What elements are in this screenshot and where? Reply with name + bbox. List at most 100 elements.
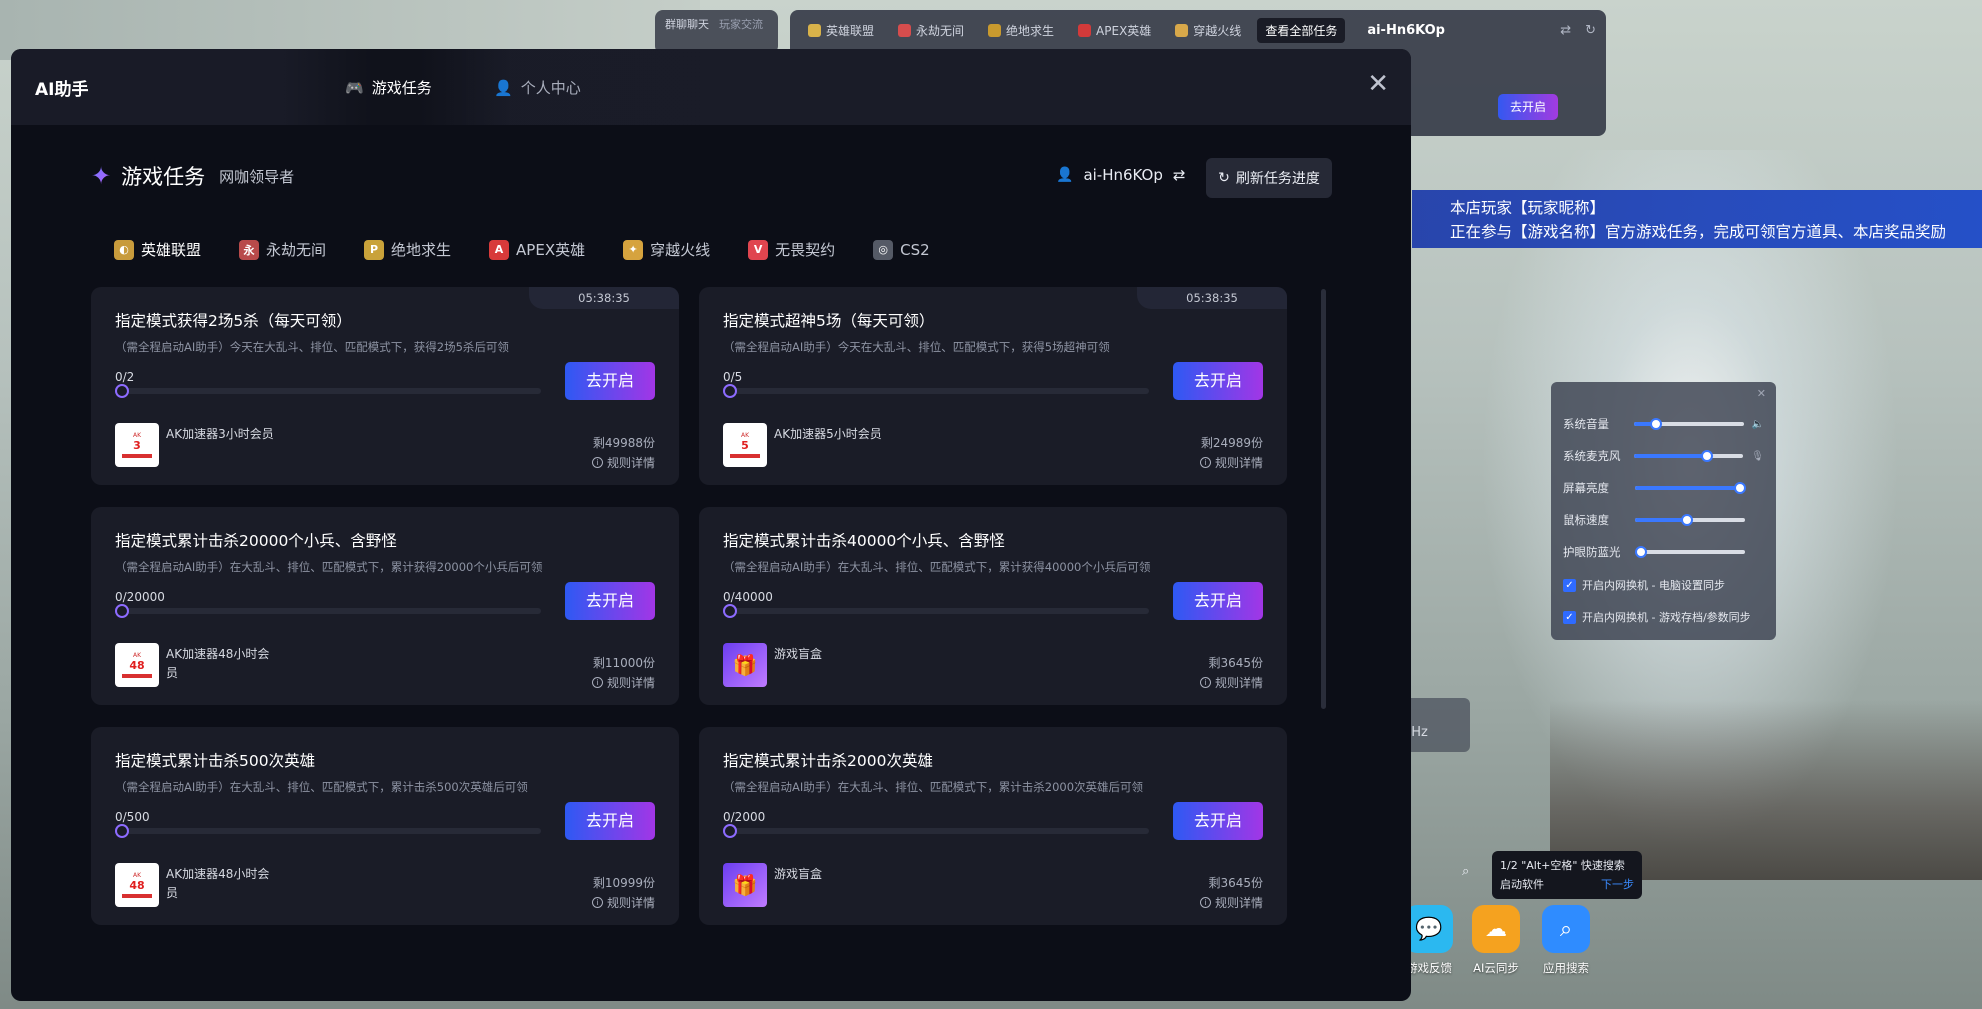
rules-label: 规则详情 <box>606 896 655 910</box>
game-tab[interactable]: ◐ 英雄联盟 <box>114 239 201 260</box>
reward-image: 🎁 <box>723 643 767 687</box>
slider-fill <box>1634 454 1708 458</box>
game-tab-label: APEX英雄 <box>516 241 586 259</box>
mic-icon[interactable]: 🎙 <box>1751 451 1764 462</box>
rules-detail-link[interactable]: i 规则详情 <box>1199 674 1263 691</box>
slider-knob[interactable] <box>1701 450 1714 462</box>
rules-detail-link[interactable]: i 规则详情 <box>591 894 655 911</box>
game-logo-icon: V <box>748 239 769 260</box>
refresh-progress-button[interactable]: ↻ 刷新任务进度 <box>1206 158 1332 198</box>
game-tab[interactable]: A APEX英雄 <box>489 239 585 260</box>
slider-knob[interactable] <box>1650 418 1663 430</box>
slider-track[interactable] <box>1635 514 1745 526</box>
tooltip-next-link[interactable]: 下一步 <box>1601 875 1634 894</box>
top-icons: ⇄ ↻ <box>1560 23 1596 38</box>
progress-knob <box>723 384 737 398</box>
section-header: ✦ 游戏任务 网咖领导者 <box>91 161 294 191</box>
start-task-button[interactable]: 去开启 <box>565 802 655 840</box>
dock-app-search[interactable]: ⌕ 应用搜索 <box>1534 905 1598 976</box>
task-card-list: 05:38:35 指定模式获得2场5杀（每天可领） （需全程启动AI助手）今天在大乱… <box>91 287 1311 1001</box>
tooltip-line-1: 1/2 "Alt+空格" 快速搜索 <box>1500 859 1625 872</box>
slider-knob[interactable] <box>1634 546 1647 558</box>
top-task-tab[interactable]: 永劫无间 <box>890 18 972 43</box>
switch-account-icon[interactable]: ⇄ <box>1173 166 1186 184</box>
reward-remaining: 剩3645份 <box>1208 656 1263 670</box>
slider-track[interactable] <box>1635 482 1746 494</box>
rules-label: 规则详情 <box>1214 896 1263 910</box>
task-progress-bar <box>115 388 541 394</box>
slider-track[interactable] <box>1634 418 1744 430</box>
game-tab[interactable]: V 无畏契约 <box>748 239 835 260</box>
tab-personal-center[interactable]: 👤 个人中心 <box>494 77 581 98</box>
scrollbar[interactable] <box>1321 289 1326 709</box>
tab-game-tasks[interactable]: 🎮 游戏任务 <box>345 77 432 98</box>
progress-knob <box>723 824 737 838</box>
slider-label: 屏幕亮度 <box>1563 481 1609 495</box>
announcement-banner: 本店玩家【玩家昵称】 正在参与【游戏名称】官方游戏任务，完成可领官方道具、本店奖… <box>1412 190 1982 248</box>
rules-detail-link[interactable]: i 规则详情 <box>591 674 655 691</box>
magnifier-icon[interactable]: ⌕ <box>1542 905 1590 953</box>
speaker-icon[interactable]: 🔈 <box>1752 419 1764 430</box>
reward-hours: 5 <box>741 439 749 452</box>
cloud-sync-icon[interactable]: ☁ <box>1472 905 1520 953</box>
game-logo-icon: 永 <box>239 239 260 260</box>
switch-icon[interactable]: ⇄ <box>1560 23 1571 38</box>
start-task-button[interactable]: 去开启 <box>1173 362 1263 400</box>
rules-label: 规则详情 <box>606 456 655 470</box>
checkbox-settings-sync[interactable]: ✓ 开启内网换机 - 电脑设置同步 <box>1563 570 1764 600</box>
system-slider-row: 护眼防蓝光 <box>1563 536 1764 568</box>
system-slider-row: 系统音量 🔈 <box>1563 408 1764 440</box>
game-tab[interactable]: 永永劫无间 <box>239 239 326 260</box>
top-task-tab[interactable]: 绝地求生 <box>980 18 1062 43</box>
game-tab-label: CS2 <box>900 240 930 259</box>
start-task-button[interactable]: 去开启 <box>1173 582 1263 620</box>
top-chat-panel[interactable]: 群聊聊天 玩家交流 <box>655 10 778 54</box>
checkbox-save-sync[interactable]: ✓ 开启内网换机 - 游戏存档/参数同步 <box>1563 602 1764 632</box>
game-tabs: ◐ 英雄联盟 永永劫无间 P 绝地求生 A APEX英雄 ✦ 穿越火线 V 无畏契约 ◎ CS2 <box>114 239 968 260</box>
progress-knob <box>115 384 129 398</box>
rules-detail-link[interactable]: i 规则详情 <box>1199 894 1263 911</box>
reward-brand-mark: AK <box>132 872 142 879</box>
top-task-tab[interactable]: 英雄联盟 <box>800 18 882 43</box>
slider-track[interactable] <box>1634 546 1745 558</box>
task-progress-text: 0/2 <box>115 370 135 384</box>
slider-fill <box>1635 486 1740 490</box>
reward-brand-mark: AK <box>132 652 142 659</box>
game-tab[interactable]: ✦ 穿越火线 <box>623 239 710 260</box>
chat-tab[interactable]: 玩家交流 <box>719 18 763 31</box>
dock-app-cloud-sync[interactable]: ☁ AI云同步 <box>1464 905 1528 976</box>
game-logo-icon: A <box>489 239 510 260</box>
game-tab-label: 永劫无间 <box>266 241 327 259</box>
start-task-button[interactable]: 去开启 <box>565 582 655 620</box>
close-icon[interactable]: ✕ <box>1757 387 1766 400</box>
chat-tab[interactable]: 群聊聊天 <box>665 18 709 31</box>
close-icon[interactable]: ✕ <box>1367 71 1389 97</box>
chat-bubble-icon[interactable]: 💬 <box>1405 905 1453 953</box>
info-icon: i <box>591 677 603 688</box>
view-all-tasks-button[interactable]: 查看全部任务 <box>1257 17 1346 43</box>
top-task-tab[interactable]: 穿越火线 <box>1167 18 1249 43</box>
start-task-button[interactable]: 去开启 <box>565 362 655 400</box>
task-progress-text: 0/20000 <box>115 590 165 604</box>
slider-knob[interactable] <box>1680 514 1693 526</box>
top-go-button[interactable]: 去开启 <box>1498 94 1558 120</box>
slider-label: 护眼防蓝光 <box>1563 545 1621 559</box>
search-icon[interactable]: ⌕ <box>1462 864 1469 879</box>
slider-track[interactable] <box>1634 450 1744 462</box>
refresh-icon[interactable]: ↻ <box>1585 23 1596 38</box>
start-task-button[interactable]: 去开启 <box>1173 802 1263 840</box>
rules-detail-link[interactable]: i 规则详情 <box>1199 454 1263 471</box>
top-task-tab[interactable]: APEX英雄 <box>1070 18 1159 43</box>
rules-detail-link[interactable]: i 规则详情 <box>591 454 655 471</box>
reward-brand-mark: AK <box>132 432 142 439</box>
game-tab[interactable]: P 绝地求生 <box>364 239 451 260</box>
account-info: 👤 ai-Hn6KOp ⇄ <box>1056 166 1185 184</box>
game-tab[interactable]: ◎ CS2 <box>873 239 930 260</box>
task-title: 指定模式获得2场5杀（每天可领） <box>115 312 352 330</box>
gift-box-icon: 🎁 <box>723 863 767 907</box>
progress-knob <box>723 604 737 618</box>
checkbox-icon[interactable]: ✓ <box>1563 610 1576 624</box>
checkbox-icon[interactable]: ✓ <box>1563 578 1576 592</box>
slider-knob[interactable] <box>1733 482 1746 494</box>
task-description: （需全程启动AI助手）在大乱斗、排位、匹配模式下，累计获得20000个小兵后可领 <box>115 560 543 574</box>
